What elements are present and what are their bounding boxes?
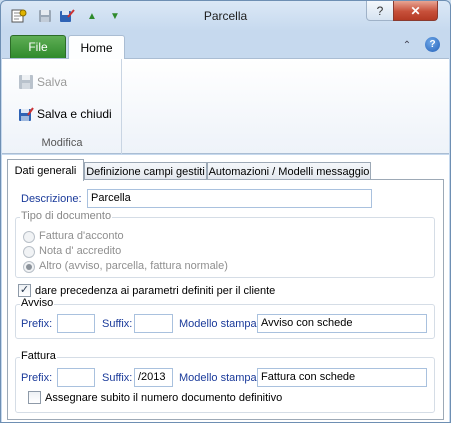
tipo-documento-title: Tipo di documento [20,210,113,222]
dati-generali-panel: Descrizione: Parcella Tipo di documento … [7,179,444,420]
ribbon-group-label: Modifica [41,137,83,149]
tab-definizione-campi-gestiti[interactable]: Definizione campi gestiti [84,162,207,180]
ribbon-panel: Salva Salva e chiudi Modifica [2,58,449,154]
radio-nota-accredito[interactable] [23,246,35,258]
avviso-modello-field[interactable]: Avviso con schede [257,314,427,333]
title-bar: ▲ ▼ Parcella ? ✕ [1,1,450,33]
save-close-icon[interactable] [59,8,75,24]
tab-home[interactable]: Home [68,35,125,59]
save-icon[interactable] [37,8,53,24]
tab-automazioni-modelli-messaggio[interactable]: Automazioni / Modelli messaggio [207,162,371,180]
avviso-prefix-label: Prefix: [21,318,53,330]
assegnare-checkbox[interactable] [28,391,41,404]
fattura-prefix-label: Prefix: [21,372,53,384]
radio-altro[interactable] [23,261,35,273]
avviso-suffix-label: Suffix: [102,318,133,330]
content-area: Dati generali Definizione campi gestiti … [2,155,449,422]
ribbon-group-modifica: Salva Salva e chiudi Modifica [2,59,122,154]
descrizione-label: Descrizione: [21,193,82,205]
radio-fattura-acconto[interactable] [23,231,35,243]
salva-e-chiudi-button[interactable]: Salva e chiudi [18,106,112,122]
avviso-modello-label: Modello stampa: [179,318,260,330]
salva-label: Salva [37,75,68,89]
application-window: ▲ ▼ Parcella ? ✕ File Home ⌃ ? Salva Sal… [0,0,451,423]
fattura-modello-label: Modello stampa: [179,372,260,384]
fattura-suffix-field[interactable]: /2013 [134,368,173,387]
radio-nota-accredito-label: Nota d' accredito [39,245,122,257]
down-arrow-icon[interactable]: ▼ [107,8,123,24]
radio-altro-label: Altro (avviso, parcella, fattura normale… [39,260,228,272]
precedenza-label: dare precedenza ai parametri definiti pe… [35,285,276,297]
up-arrow-icon[interactable]: ▲ [84,8,100,24]
app-icon[interactable] [11,8,27,24]
help-icon[interactable]: ? [425,37,440,52]
salva-e-chiudi-label: Salva e chiudi [37,107,112,121]
avviso-prefix-field[interactable] [57,314,95,333]
fattura-title: Fattura [20,350,57,362]
salva-button[interactable]: Salva [18,74,67,90]
help-button[interactable]: ? [366,1,394,21]
save-icon [18,74,34,90]
descrizione-field[interactable]: Parcella [87,189,372,208]
tab-file[interactable]: File [10,35,66,58]
avviso-title: Avviso [20,297,55,309]
avviso-suffix-field[interactable] [134,314,173,333]
fattura-modello-field[interactable]: Fattura con schede [257,368,427,387]
save-close-icon [18,106,34,122]
radio-fattura-acconto-label: Fattura d'acconto [39,230,124,242]
precedenza-checkbox[interactable]: ✓ [18,284,31,297]
assegnare-label: Assegnare subito il numero documento def… [45,392,283,404]
ribbon-collapse-icon[interactable]: ⌃ [400,38,414,52]
tab-dati-generali[interactable]: Dati generali [7,159,84,181]
fattura-prefix-field[interactable] [57,368,95,387]
fattura-suffix-label: Suffix: [102,372,133,384]
close-button[interactable]: ✕ [393,1,438,21]
